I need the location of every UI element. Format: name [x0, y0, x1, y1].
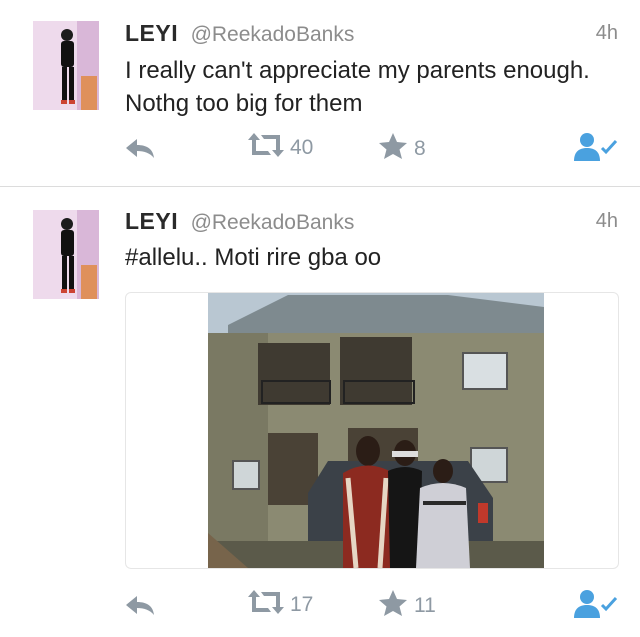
user-handle[interactable]: @ReekadoBanks: [191, 211, 355, 234]
tweet-text: I really can't appreciate my parents eno…: [125, 57, 590, 117]
follow-button[interactable]: [574, 589, 620, 625]
display-name[interactable]: LEYI: [125, 20, 178, 46]
tweet-header: LEYI @ReekadoBanks 4h: [125, 20, 620, 50]
avatar[interactable]: [33, 21, 99, 110]
reply-icon: [124, 593, 156, 623]
favorite-button[interactable]: 11: [378, 589, 436, 623]
tweet-actions: 40 8: [0, 132, 640, 168]
retweet-count: 40: [290, 136, 314, 159]
retweet-button[interactable]: 17: [248, 589, 313, 621]
timestamp: 4h: [595, 22, 618, 44]
avatar[interactable]: [33, 210, 99, 299]
tweet[interactable]: LEYI @ReekadoBanks 4h #allelu.. Moti rir…: [0, 187, 640, 637]
tweet[interactable]: LEYI @ReekadoBanks 4h I really can't app…: [0, 0, 640, 187]
retweet-count: 17: [290, 593, 314, 616]
tweet-actions: 17 11: [0, 589, 640, 625]
media-card[interactable]: [125, 292, 619, 569]
star-icon: [378, 132, 408, 166]
tweet-text: #allelu.. Moti rire gba oo: [125, 244, 382, 271]
favorite-button[interactable]: 8: [378, 132, 426, 166]
tweet-photo[interactable]: [208, 293, 544, 568]
star-icon: [378, 589, 408, 623]
follow-button[interactable]: [574, 132, 620, 168]
reply-button[interactable]: [124, 593, 156, 623]
retweet-icon: [248, 132, 284, 164]
timestamp: 4h: [595, 210, 618, 232]
display-name[interactable]: LEYI: [125, 208, 178, 234]
retweet-button[interactable]: 40: [248, 132, 313, 164]
user-handle[interactable]: @ReekadoBanks: [191, 23, 355, 46]
favorite-count: 11: [414, 594, 436, 617]
retweet-icon: [248, 589, 284, 621]
follow-user-icon: [574, 132, 620, 168]
tweet-header: LEYI @ReekadoBanks 4h: [125, 208, 620, 238]
reply-button[interactable]: [124, 136, 156, 166]
favorite-count: 8: [414, 137, 426, 160]
follow-user-icon: [574, 589, 620, 625]
reply-icon: [124, 136, 156, 166]
